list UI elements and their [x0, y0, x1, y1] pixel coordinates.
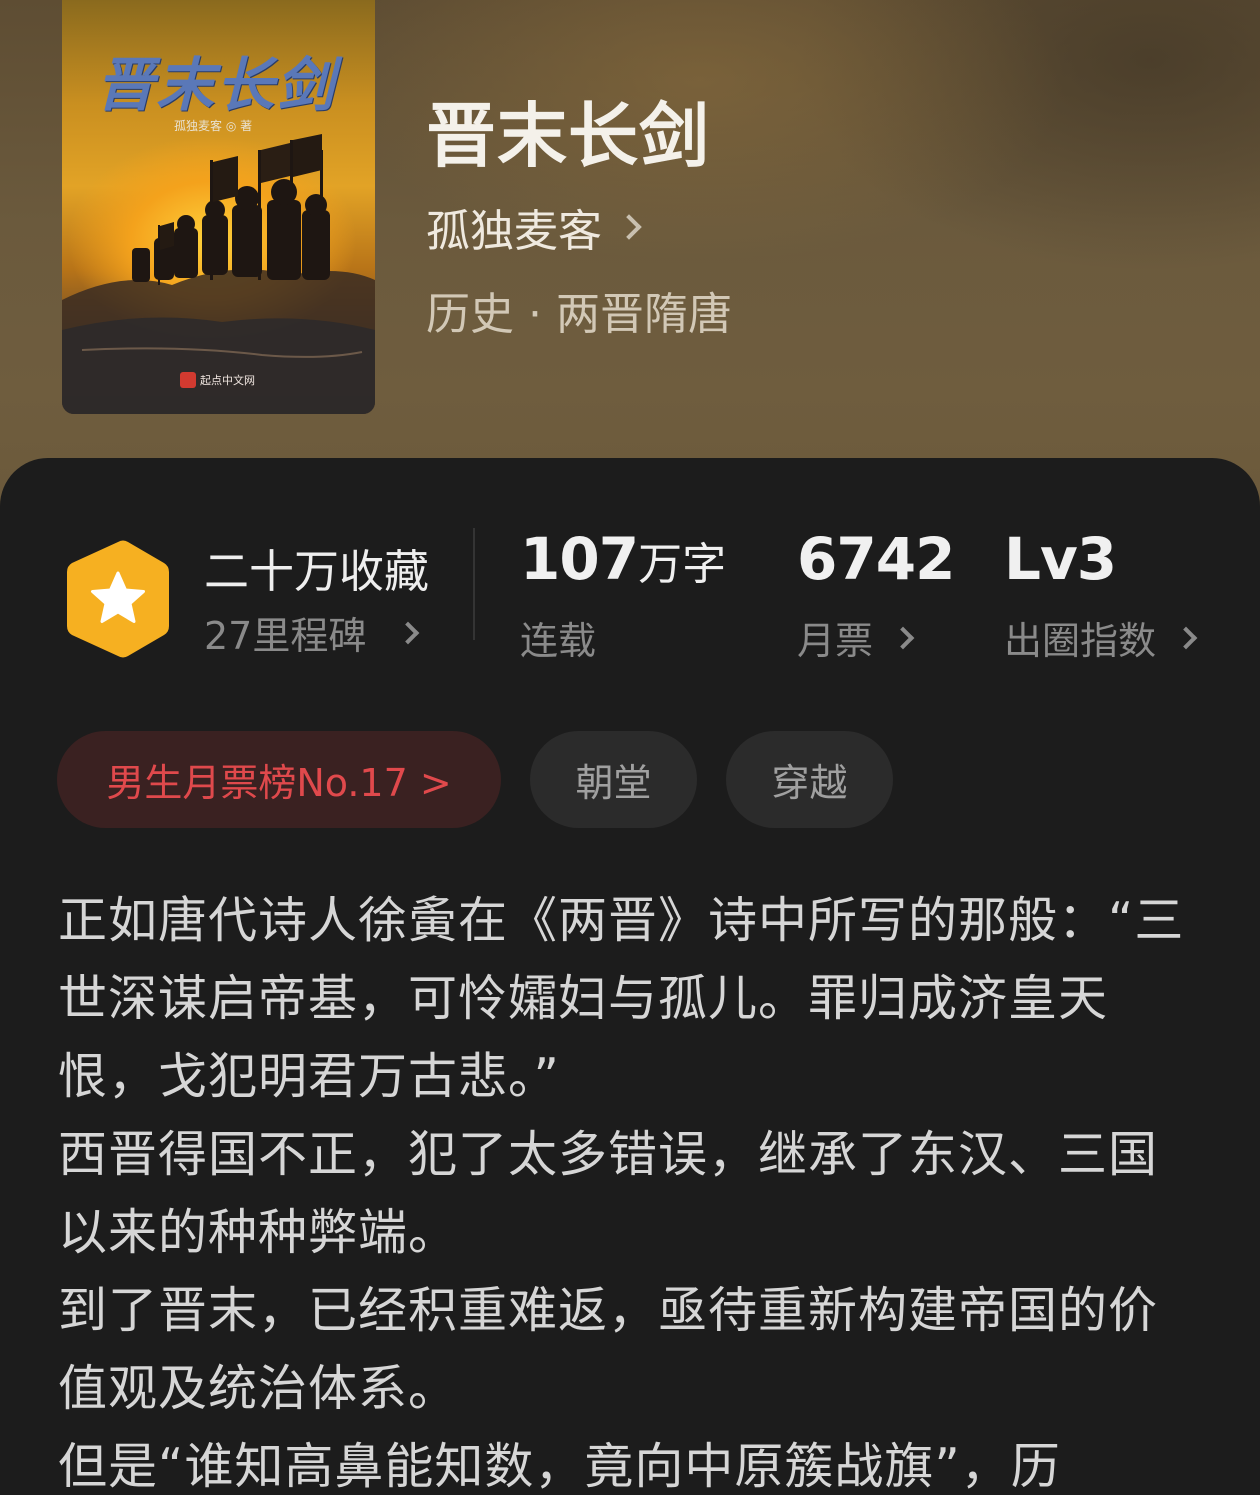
word-count-unit: 万字	[638, 539, 727, 590]
chevron-right-icon	[891, 626, 915, 649]
word-count-status: 连载	[520, 610, 596, 665]
influence-index-label: 出圈指数	[1004, 619, 1157, 663]
word-count-value: 107万字	[520, 525, 726, 593]
book-description[interactable]: 正如唐代诗人徐夤在《两晋》诗中所写的那般：“三世深谋启帝基，可怜孀妇与孤儿。罪归…	[58, 882, 1188, 1495]
chevron-right-icon	[1174, 626, 1198, 649]
monthly-votes-label: 月票	[797, 619, 874, 663]
cover-title: 晋末长剑	[96, 51, 337, 119]
cover-publisher-name: 起点中文网	[200, 374, 255, 387]
book-genre: 历史 · 两晋隋唐	[426, 289, 732, 340]
collection-count: 二十万收藏	[204, 545, 430, 598]
book-title: 晋末长剑	[426, 94, 710, 177]
description-paragraph: 但是“谁知高鼻能知数，竟向中原簇战旗”，历	[58, 1438, 1061, 1495]
publisher-logo-icon	[180, 372, 196, 388]
description-paragraph: 到了晋末，已经积重难返，亟待重新构建帝国的价值观及统治体系。	[58, 1282, 1159, 1417]
chevron-right-icon	[397, 621, 420, 644]
word-count-number: 107	[520, 525, 639, 593]
serial-status-label: 连载	[520, 619, 597, 663]
star-hexagon-icon	[67, 540, 169, 658]
monthly-rank-tag[interactable]: 男生月票榜No.17 >	[57, 731, 501, 828]
description-paragraph: 西晋得国不正，犯了太多错误，继承了东汉、三国以来的种种弊端。	[58, 1126, 1159, 1261]
monthly-votes-value: 6742	[797, 525, 955, 593]
author-link[interactable]: 孤独麦客	[426, 195, 642, 259]
milestone-link[interactable]: 27里程碑	[204, 605, 420, 660]
cover-author: 孤独麦客 ◎ 著	[174, 119, 253, 133]
chevron-right-icon	[616, 214, 642, 240]
description-paragraph: 正如唐代诗人徐夤在《两晋》诗中所写的那般：“三世深谋启帝基，可怜孀妇与孤儿。罪归…	[58, 892, 1185, 1105]
cover-publisher: 起点中文网	[180, 372, 255, 388]
tag-time-travel[interactable]: 穿越	[726, 731, 893, 828]
milestone-label: 27里程碑	[204, 614, 367, 658]
author-name: 孤独麦客	[426, 206, 602, 257]
book-detail-page: 晋末长剑 孤独麦客 ◎ 著 起点中文网 晋末长剑 孤独麦客 历史 · 两晋隋唐 …	[0, 0, 1260, 1495]
tag-court[interactable]: 朝堂	[530, 731, 697, 828]
monthly-votes-link[interactable]: 月票	[797, 610, 915, 665]
influence-level-value: Lv3	[1004, 525, 1117, 593]
stats-divider	[473, 528, 475, 640]
book-cover[interactable]: 晋末长剑 孤独麦客 ◎ 著 起点中文网	[62, 0, 375, 414]
influence-index-link[interactable]: 出圈指数	[1004, 610, 1198, 665]
